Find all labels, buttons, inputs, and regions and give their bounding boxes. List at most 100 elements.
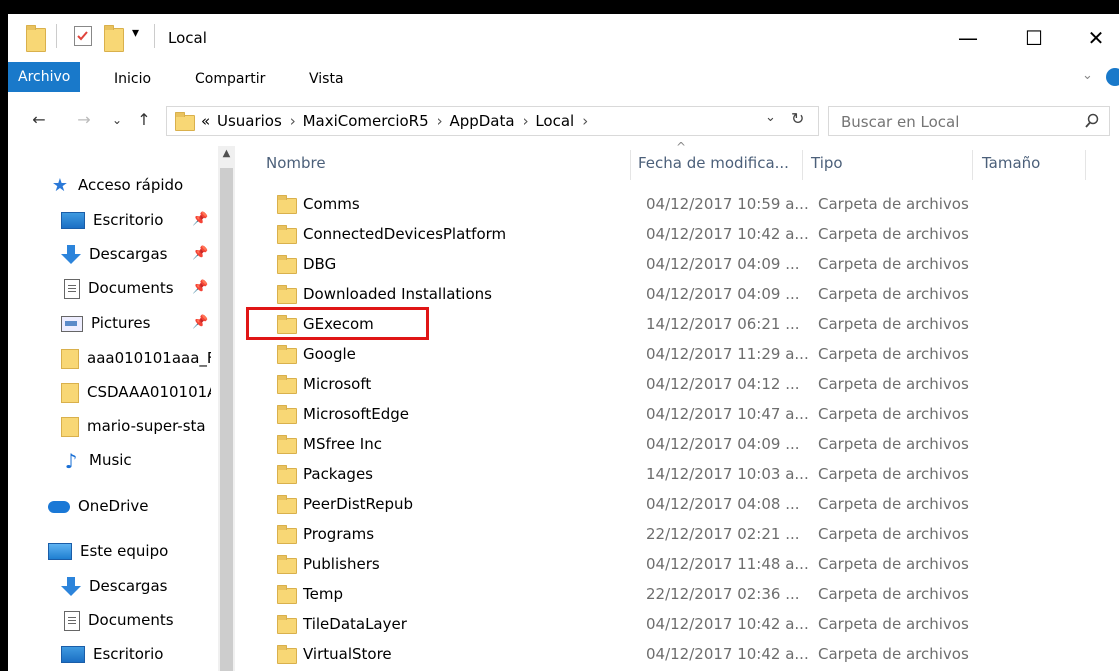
table-row[interactable]: Comms 04/12/2017 10:59 a... Carpeta de arc… <box>265 189 1095 219</box>
search-input[interactable] <box>839 111 1073 133</box>
table-row[interactable]: MSfree Inc 04/12/2017 04:09 ... Carpeta de… <box>265 429 1095 459</box>
nav-scrollbar[interactable]: ▲ <box>218 146 235 671</box>
search-box[interactable] <box>828 106 1110 136</box>
new-folder-icon[interactable] <box>104 25 124 52</box>
file-date: 04/12/2017 10:59 a... <box>646 195 809 213</box>
recent-locations-icon[interactable]: ⌄ <box>106 108 128 132</box>
table-row[interactable]: Temp 22/12/2017 02:36 ... Carpeta de archi… <box>265 579 1095 609</box>
minimize-button[interactable]: — <box>945 18 991 58</box>
file-date: 04/12/2017 04:09 ... <box>646 435 800 453</box>
back-button[interactable]: ← <box>28 108 50 132</box>
search-icon[interactable] <box>1084 113 1100 129</box>
tab-vista[interactable]: Vista <box>299 66 354 92</box>
folder-icon <box>26 25 46 52</box>
nav-pc-documents[interactable]: Documents <box>64 607 174 633</box>
table-row[interactable]: Microsoft 04/12/2017 04:12 ... Carpeta de … <box>265 369 1095 399</box>
column-divider[interactable] <box>802 150 803 180</box>
column-header-name[interactable]: Nombre <box>266 146 326 186</box>
breadcrumb-overflow[interactable]: « <box>201 112 210 130</box>
help-icon[interactable] <box>1106 68 1119 86</box>
file-date: 04/12/2017 04:09 ... <box>646 255 800 273</box>
scroll-up-icon[interactable]: ▲ <box>220 148 233 162</box>
maximize-button[interactable]: ☐ <box>1011 18 1057 58</box>
nav-item-folder[interactable]: aaa010101aaa_FI <box>61 345 211 371</box>
table-row[interactable]: MicrosoftEdge 04/12/2017 10:47 a... Carpet… <box>265 399 1095 429</box>
properties-icon[interactable] <box>74 26 92 46</box>
breadcrumb-separator[interactable]: › <box>523 112 529 130</box>
table-row[interactable]: VirtualStore 04/12/2017 10:42 a... Carpeta… <box>265 639 1095 669</box>
file-type: Carpeta de archivos <box>818 465 969 483</box>
nav-item-music[interactable]: ♪ Music <box>61 447 211 473</box>
tab-compartir[interactable]: Compartir <box>185 66 275 92</box>
table-row[interactable]: TileDataLayer 04/12/2017 10:42 a... Carpet… <box>265 609 1095 639</box>
close-button[interactable]: ✕ <box>1073 18 1119 58</box>
file-type: Carpeta de archivos <box>818 315 969 333</box>
file-date: 04/12/2017 04:09 ... <box>646 285 800 303</box>
window-title: Local <box>168 29 207 47</box>
column-header-type[interactable]: Tipo <box>811 146 843 186</box>
column-header-size[interactable]: Tamaño <box>982 146 1040 186</box>
breadcrumb-local[interactable]: Local <box>535 112 574 130</box>
divider <box>56 24 57 48</box>
folder-icon <box>277 285 297 304</box>
table-row[interactable]: DBG 04/12/2017 04:09 ... Carpeta de archiv… <box>265 249 1095 279</box>
nav-label: mario-super-sta <box>87 417 206 435</box>
folder-icon <box>277 525 297 544</box>
cloud-icon <box>48 500 70 513</box>
nav-item-folder[interactable]: mario-super-sta <box>61 413 211 439</box>
nav-label: Pictures <box>91 314 151 332</box>
table-row[interactable]: Google 04/12/2017 11:29 a... Carpeta de ar… <box>265 339 1095 369</box>
table-row[interactable]: Downloaded Installations 04/12/2017 04:09… <box>265 279 1095 309</box>
folder-icon <box>277 345 297 364</box>
file-name: ConnectedDevicesPlatform <box>303 225 507 243</box>
nav-item-folder[interactable]: CSDAAA010101A <box>61 379 211 405</box>
nav-onedrive[interactable]: OneDrive <box>48 493 149 519</box>
forward-button[interactable]: → <box>73 108 95 132</box>
table-row[interactable]: Publishers 04/12/2017 11:48 a... Carpeta d… <box>265 549 1095 579</box>
column-divider[interactable] <box>972 150 973 180</box>
nav-quick-access[interactable]: ★ Acceso rápido <box>50 172 183 198</box>
pin-icon: 📌 <box>192 315 209 330</box>
nav-this-pc[interactable]: Este equipo <box>48 538 168 564</box>
tab-inicio[interactable]: Inicio <box>104 66 161 92</box>
breadcrumb-separator[interactable]: › <box>290 112 296 130</box>
nav-label: Descargas <box>89 245 168 263</box>
table-row[interactable]: ConnectedDevicesPlatform 04/12/2017 10:42… <box>265 219 1095 249</box>
column-header-date[interactable]: Fecha de modifica... <box>638 146 789 186</box>
breadcrumb-separator[interactable]: › <box>582 112 588 130</box>
customize-toolbar-icon[interactable]: ▾ <box>132 25 139 47</box>
folder-icon <box>277 195 297 214</box>
file-type: Carpeta de archivos <box>818 615 969 633</box>
file-date: 14/12/2017 06:21 ... <box>646 315 800 333</box>
nav-label: Descargas <box>89 577 168 595</box>
file-name: MSfree Inc <box>303 435 382 453</box>
column-divider[interactable] <box>630 150 631 180</box>
address-dropdown-icon[interactable]: ⌄ <box>765 110 776 125</box>
table-row[interactable]: Packages 14/12/2017 10:03 a... Carpeta de … <box>265 459 1095 489</box>
nav-pc-escritorio[interactable]: Escritorio <box>61 641 163 667</box>
breadcrumb-maxicomercio[interactable]: MaxiComercioR5 <box>303 112 429 130</box>
tab-archivo[interactable]: Archivo <box>8 62 81 92</box>
desktop-icon <box>61 646 85 663</box>
file-name: Publishers <box>303 555 380 573</box>
table-row[interactable]: PeerDistRepub 04/12/2017 04:08 ... Carpeta… <box>265 489 1095 519</box>
breadcrumb-separator[interactable]: › <box>437 112 443 130</box>
up-button[interactable]: ↑ <box>133 108 155 132</box>
file-name: DBG <box>303 255 337 273</box>
file-date: 14/12/2017 10:03 a... <box>646 465 809 483</box>
file-type: Carpeta de archivos <box>818 195 969 213</box>
address-bar[interactable]: « Usuarios › MaxiComercioR5 › AppData › Loc… <box>166 106 819 136</box>
table-row[interactable]: Programs 22/12/2017 02:21 ... Carpeta de a… <box>265 519 1095 549</box>
file-name: Programs <box>303 525 375 543</box>
breadcrumb-usuarios[interactable]: Usuarios <box>217 112 282 130</box>
nav-pc-descargas[interactable]: Descargas <box>61 573 167 599</box>
folder-icon <box>277 645 297 664</box>
folder-icon <box>277 615 297 634</box>
scroll-thumb[interactable] <box>220 168 233 671</box>
refresh-icon[interactable]: ↻ <box>791 109 804 128</box>
expand-ribbon-icon[interactable]: ⌄ <box>1082 68 1093 83</box>
nav-label: CSDAAA010101A <box>87 383 211 401</box>
breadcrumb-appdata[interactable]: AppData <box>449 112 514 130</box>
column-divider[interactable] <box>1085 150 1086 180</box>
nav-label: Acceso rápido <box>78 176 184 194</box>
